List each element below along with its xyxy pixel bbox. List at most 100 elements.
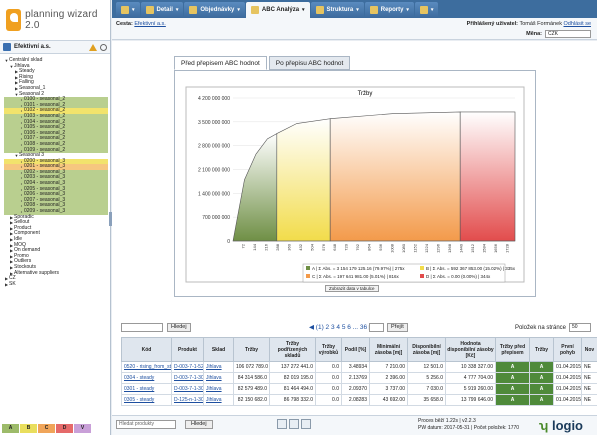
currency-select[interactable]: CZK [545,30,591,38]
page-jump-button[interactable]: Přejít [387,323,408,332]
grid-view-icon[interactable] [277,419,287,429]
column-header[interactable]: Hodnota disponibilní zásoby [Kč] [445,337,496,362]
per-page-select[interactable]: 50 [569,323,591,332]
column-header[interactable]: Produkt [171,337,204,362]
show-data-table-button[interactable]: Zobrazit data v tabulce [325,285,379,292]
tab-before-override[interactable]: Před přepisem ABC hodnot [174,56,267,70]
table-cell: 5 919 260.00 [445,383,496,395]
column-header[interactable]: Tržby [529,337,554,362]
column-header[interactable]: Tržby podřízených skladů [269,337,316,362]
breadcrumb-link[interactable]: Efektivní a.s. [134,21,166,27]
table-cell: 35 658.0 [407,394,446,406]
x-tick-label: 1152 [413,243,418,252]
abc-class-b-swatch[interactable]: B [20,424,37,433]
tab-orders[interactable]: Objednávky ▾ [184,2,245,18]
x-tick-label: 792 [355,243,360,250]
subject-name[interactable]: Efektivní a.s. [14,44,86,50]
chart-title: Tržby [358,91,373,97]
column-header[interactable]: Disponibilní zásoba [mj] [407,337,446,362]
table-cell: 81 464 494.0 [269,383,316,395]
tab-detail[interactable]: Detail ▾ [140,2,184,18]
table-cell[interactable]: D-003-7-1-520 [171,361,204,373]
detail-view-icon[interactable] [301,419,311,429]
table-cell: 01.04.2015 [553,383,582,395]
abc-class-d-swatch[interactable]: D [56,424,73,433]
abc-class-v-swatch[interactable]: V [74,424,91,433]
list-view-icon[interactable] [289,419,299,429]
x-tick-label: 864 [367,243,372,250]
table-cell[interactable]: D-003-7-1-301 [171,383,204,395]
main-panel: Před přepisem ABC hodnot Po přepisu ABC … [112,41,597,435]
x-tick-label: 576 [321,243,326,250]
column-header[interactable]: Podíl [%] [341,337,370,362]
abc-legend: ABCDV [2,424,91,433]
x-tick-label: 648 [332,243,337,250]
column-header[interactable]: Tržby [233,337,270,362]
table-cell: A [495,383,530,395]
tab-abc-analysis[interactable]: ABC Analýza ▾ [245,2,310,18]
column-header[interactable]: Sklad [203,337,234,362]
logo[interactable]: planning wizard 2.0 [0,0,110,40]
table-cell[interactable]: Jihlava [203,383,234,395]
tab-structure[interactable]: Struktura ▾ [310,2,364,18]
column-header[interactable]: Tržby před přepisem [495,337,530,362]
currency-selector: Měna: CZK [526,30,591,38]
x-tick-label: 1440 [458,243,463,253]
tab-label: ABC Analýza [261,7,300,13]
table-cell: 3.48934 [341,361,370,373]
table-cell[interactable]: Jihlava [203,372,234,384]
x-tick-label: 1008 [390,243,395,253]
home-icon [121,6,129,14]
footer-bar: Hledat produkty Hledej Proces běží 1.22s… [112,415,597,435]
column-header[interactable]: První pohyb [553,337,582,362]
y-tick-label: 4 200 000 000 [198,96,230,102]
column-header[interactable]: Nov [581,337,597,362]
pw-date: PW datum: 2017-05-31 | Počet položek: 17… [418,425,520,431]
table-cell[interactable]: Jihlava [203,394,234,406]
column-header[interactable]: Minimální zásoba [mj] [369,337,408,362]
tools-tab[interactable]: ▾ [414,2,439,18]
table-cell[interactable]: 0301 - steady [121,383,172,395]
table-cell[interactable]: Jihlava [203,361,234,373]
table-cell[interactable]: 0520 - rising_from_steady [121,361,172,373]
table-row[interactable]: 0520 - rising_from_steadyD-003-7-1-520Ji… [121,361,597,373]
table-search-input[interactable] [121,323,163,332]
table-cell[interactable]: 0305 - steady [121,394,172,406]
chevron-down-icon: ▾ [406,7,409,13]
page-links[interactable]: ◀ (1) 2 3 4 5 6 ... 36 ▶ [309,323,374,331]
table-search-button[interactable]: Hledej [167,323,191,332]
table-cell[interactable]: D-003-7-1-304 [171,372,204,384]
warning-icon[interactable] [89,43,97,51]
tab-label: Reporty [380,7,404,13]
legend-swatch [306,266,310,270]
currency-label: Měna: [526,31,542,37]
home-tab[interactable]: ▾ [116,2,140,18]
legend-entry: B | Σ Abs. = 592 367 853.00 (15.02%) | 3… [426,266,516,271]
x-tick-label: 288 [275,243,280,250]
search-icon[interactable] [100,43,107,51]
user-label: Přihlášený uživatel: [466,21,519,27]
abc-class-a-swatch[interactable]: A [2,424,19,433]
column-header[interactable]: Kód [121,337,172,362]
product-search-button[interactable]: Hledej [185,420,213,429]
table-cell: 43 692.00 [369,394,408,406]
table-row[interactable]: 0301 - steady D-003-7-1-301 Jihlava 82 579 … [121,383,597,395]
product-search-input[interactable]: Hledat produkty [116,420,176,429]
logout-link[interactable]: Odhlásit se [563,21,591,27]
page-jump-input[interactable] [369,323,384,332]
x-tick-label: 144 [252,243,257,250]
table-cell: 01.04.2015 [553,361,582,373]
table-row[interactable]: 0305 - steady D-125-n-1-305 Jihlava 82 150 … [121,394,597,406]
tab-after-override[interactable]: Po přepisu ABC hodnot [268,56,351,70]
table-row[interactable]: 0304 - steady D-003-7-1-304 Jihlava 84 314 … [121,372,597,384]
table-cell[interactable]: D-125-n-1-305 [171,394,204,406]
y-tick-label: 3 500 000 000 [198,120,230,126]
abc-class-c-swatch[interactable]: C [38,424,55,433]
table-cell: 13 799 646.00 [445,394,496,406]
x-tick-label: 360 [286,243,291,250]
column-header[interactable]: Tržby výrobků [315,337,342,362]
table-cell[interactable]: 0304 - steady [121,372,172,384]
tree-node[interactable]: ▶ SK [4,281,108,288]
table-cell: 7 030.0 [407,383,446,395]
tab-reports[interactable]: Reporty ▾ [364,2,414,18]
